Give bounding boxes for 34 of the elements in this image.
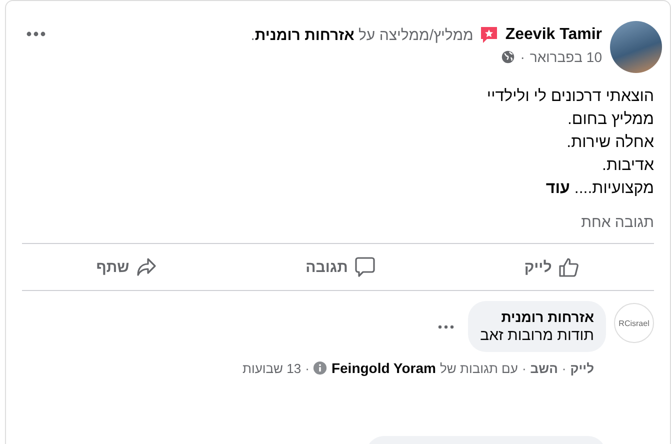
post-date[interactable]: 10 בפברואר: [530, 49, 602, 65]
globe-icon: [501, 50, 516, 64]
post-text: אחלה שירות.: [566, 134, 654, 151]
share-button[interactable]: שתף: [56, 250, 198, 284]
comment-time[interactable]: 13 שבועות: [242, 360, 302, 376]
info-icon[interactable]: [313, 361, 328, 375]
recommend-badge-icon: [479, 25, 500, 45]
speech-bubble-icon: [354, 256, 376, 278]
separator-dot: ·: [522, 360, 526, 376]
separator-dot: ·: [520, 49, 525, 65]
share-arrow-icon: [135, 256, 158, 278]
post-text: הוצאתי דרכונים לי ולילדיי: [486, 88, 654, 105]
thumbs-up-icon: [558, 256, 580, 278]
author-name[interactable]: Zeevik Tamir: [505, 26, 602, 44]
replier-name[interactable]: Feingold Yoram: [331, 360, 436, 376]
comment-author[interactable]: אזרחות רומנית: [480, 309, 594, 325]
avatar-photo[interactable]: [610, 21, 662, 73]
ellipsis-icon: [26, 31, 46, 37]
comment-button[interactable]: תגובה: [266, 250, 416, 284]
page-logo-avatar[interactable]: RCisrael: [614, 303, 654, 343]
separator-dot: ·: [562, 360, 566, 376]
post-text: אדיבות.: [602, 157, 654, 174]
reply-link[interactable]: השב: [530, 360, 558, 376]
like-button[interactable]: לייק: [484, 250, 620, 284]
see-more-link[interactable]: עוד: [546, 180, 570, 197]
comment-text: תודות מרובות זאב: [480, 327, 594, 344]
post-text: מקצועיות....: [574, 180, 654, 197]
post-text: ממליץ בחום.: [567, 111, 654, 128]
replied-by-label: עם תגובות של: [440, 360, 518, 376]
like-link[interactable]: לייק: [570, 360, 594, 376]
separator-dot: ·: [305, 360, 310, 376]
comment-count[interactable]: תגובה אחת: [581, 214, 654, 231]
recommendation-text: ממליץ/ממליצה על אזרחות רומנית.: [250, 26, 474, 44]
ellipsis-icon[interactable]: [438, 324, 454, 328]
